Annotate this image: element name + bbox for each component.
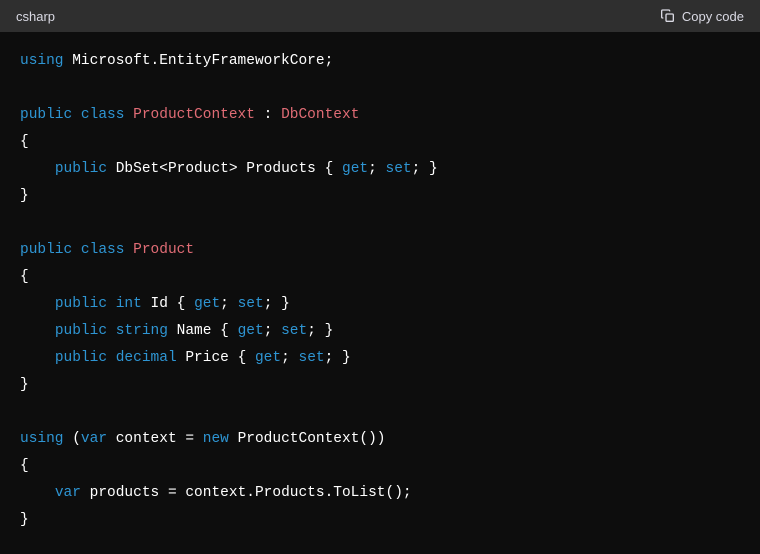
code-line <box>20 210 740 237</box>
code-header: csharp Copy code <box>0 0 760 32</box>
language-label: csharp <box>16 9 55 24</box>
code-block: using Microsoft.EntityFrameworkCore; pub… <box>0 32 760 550</box>
code-line <box>20 75 740 102</box>
code-line: } <box>20 507 740 534</box>
code-line: public class Product <box>20 237 740 264</box>
copy-code-label: Copy code <box>682 9 744 24</box>
copy-icon <box>660 8 676 24</box>
code-line: } <box>20 372 740 399</box>
code-line: public class ProductContext : DbContext <box>20 102 740 129</box>
code-line: var products = context.Products.ToList()… <box>20 480 740 507</box>
code-line: { <box>20 453 740 480</box>
code-line: public decimal Price { get; set; } <box>20 345 740 372</box>
code-line: using (var context = new ProductContext(… <box>20 426 740 453</box>
code-line: using Microsoft.EntityFrameworkCore; <box>20 48 740 75</box>
code-line: { <box>20 129 740 156</box>
copy-code-button[interactable]: Copy code <box>660 8 744 24</box>
code-line: } <box>20 183 740 210</box>
code-line: public int Id { get; set; } <box>20 291 740 318</box>
code-line: { <box>20 264 740 291</box>
code-line: public string Name { get; set; } <box>20 318 740 345</box>
code-line: public DbSet<Product> Products { get; se… <box>20 156 740 183</box>
code-line <box>20 399 740 426</box>
